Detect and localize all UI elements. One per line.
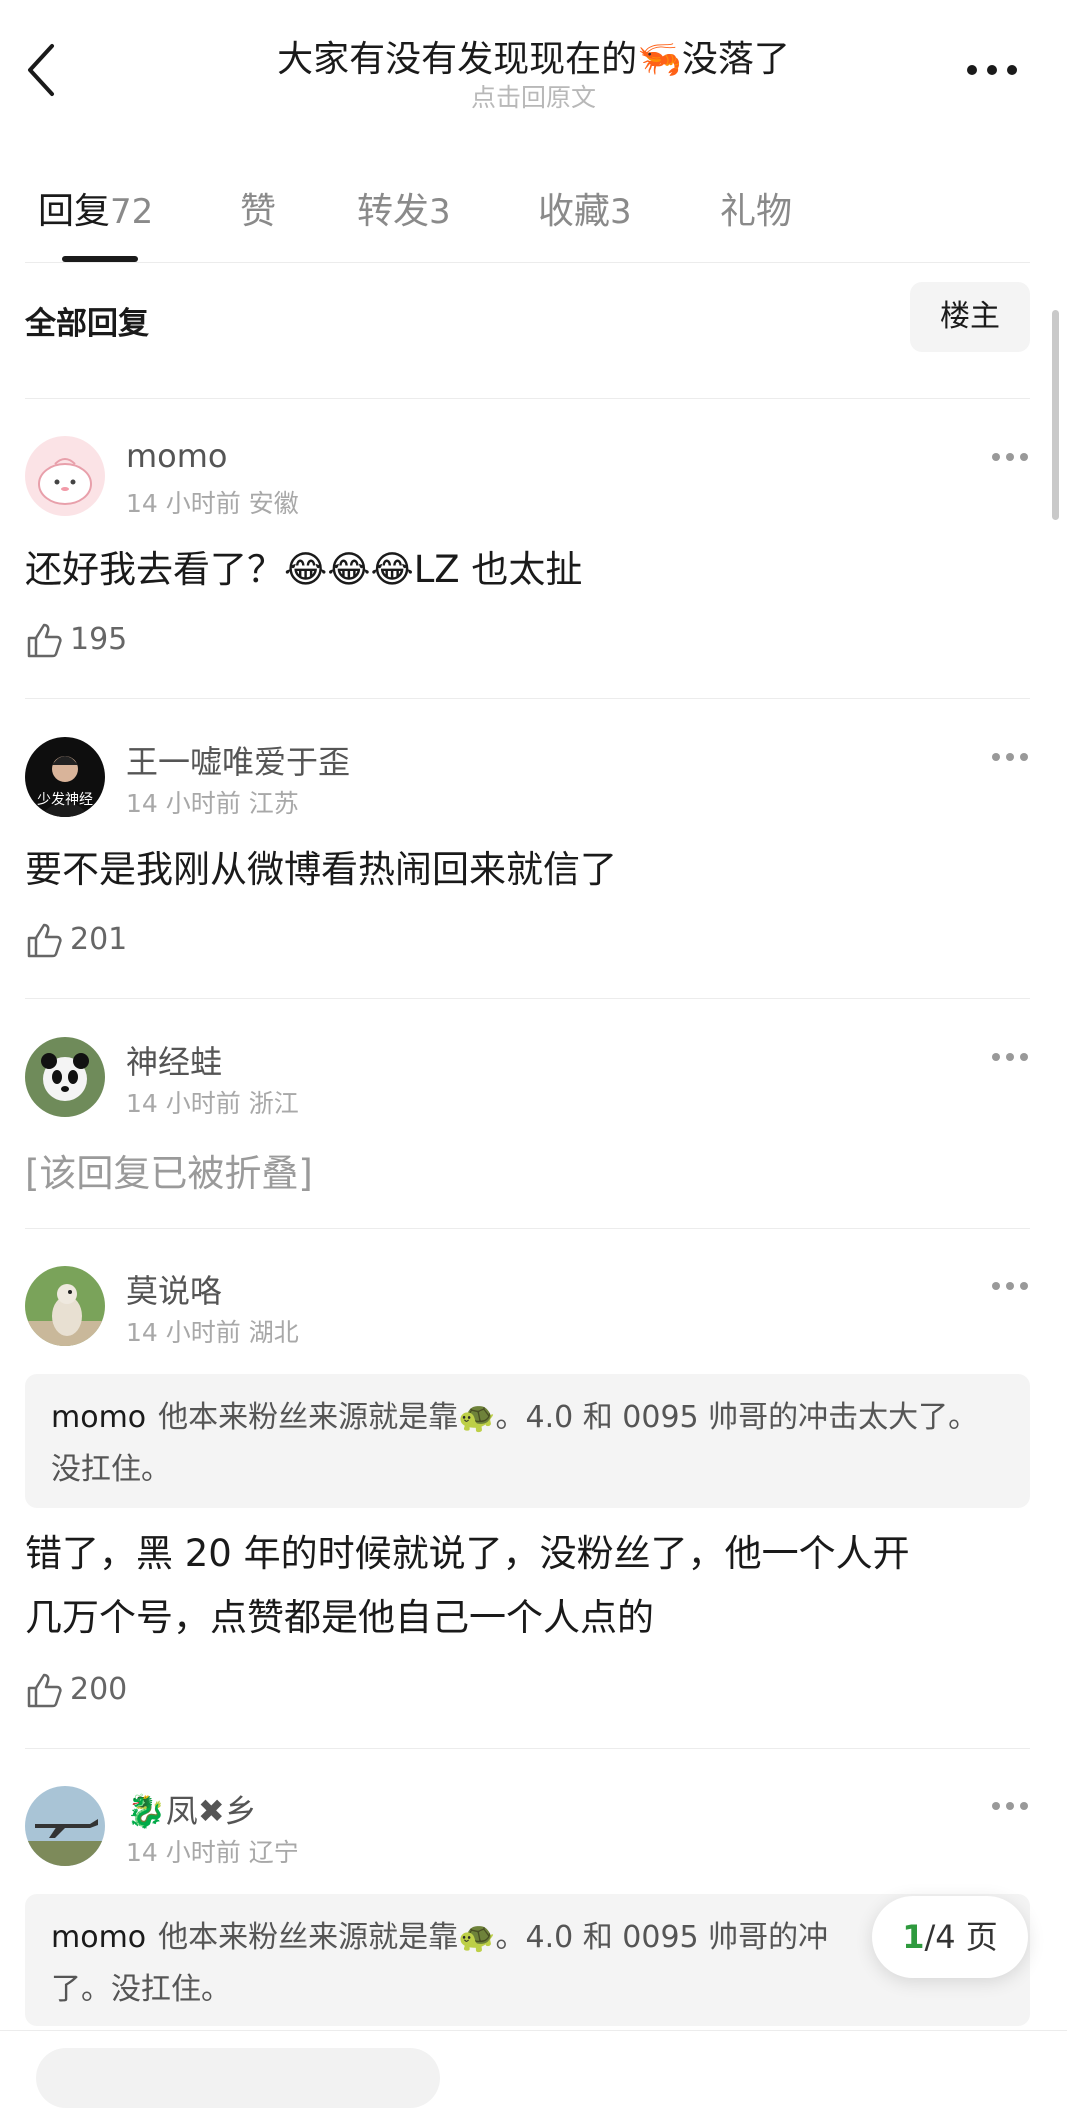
avatar[interactable] <box>25 1266 105 1346</box>
comment-meta: 14 小时前 湖北 <box>126 1313 299 1349</box>
comment-more-icon[interactable] <box>990 1051 1030 1063</box>
post-title[interactable]: 大家有没有发现现在的🦐没落了 <box>180 30 887 82</box>
location: 浙江 <box>248 1089 299 1118</box>
thumbs-up-icon[interactable] <box>25 1670 65 1710</box>
comment-text-line-1: 错了，黑 20 年的时候就说了，没粉丝了，他一个人开 <box>25 1532 910 1575</box>
airplane-avatar-icon <box>25 1819 105 1866</box>
quoted-text: 他本来粉丝来源就是靠🐢。4.0 和 0095 帅哥的冲 <box>158 1920 829 1955</box>
avatar[interactable] <box>25 1786 105 1866</box>
tab-gifts[interactable]: 礼物 <box>720 182 792 234</box>
thumbs-up-icon[interactable] <box>25 920 65 960</box>
cartoon-avatar-icon <box>38 458 92 505</box>
timestamp: 14 小时前 <box>126 1318 241 1347</box>
username[interactable]: 莫说咯 <box>126 1266 222 1312</box>
location: 辽宁 <box>248 1838 299 1867</box>
timestamp: 14 小时前 <box>126 789 241 818</box>
comment-meta: 14 小时前 辽宁 <box>126 1833 299 1869</box>
username[interactable]: 🐉凤✖乡 <box>126 1786 257 1832</box>
tab-count: 3 <box>429 192 451 232</box>
comment-text-line-2: 几万个号，点赞都是他自己一个人点的 <box>25 1596 654 1639</box>
username[interactable]: 神经蛙 <box>126 1037 222 1083</box>
tab-label: 赞 <box>240 191 277 232</box>
tab-label: 礼物 <box>720 191 793 232</box>
thumbs-up-icon[interactable] <box>25 620 65 660</box>
avatar[interactable] <box>25 1037 105 1117</box>
quoted-username: momo <box>51 1400 147 1435</box>
tab-count: 3 <box>610 192 632 232</box>
divider <box>25 262 1030 263</box>
tab-label: 收藏 <box>538 191 611 232</box>
op-only-button[interactable]: 楼主 <box>910 282 1030 352</box>
quoted-text-line-2: 了。没扛住。 <box>51 1972 231 2007</box>
tab-reposts[interactable]: 转发3 <box>357 182 451 234</box>
animal-avatar-icon <box>25 1284 105 1346</box>
avatar-caption: 少发神经 <box>37 792 93 808</box>
reply-input[interactable] <box>36 2048 440 2108</box>
timestamp: 14 小时前 <box>126 489 241 518</box>
current-page: 1 <box>902 1918 925 1956</box>
page-indicator[interactable]: 1/4 页 <box>872 1896 1028 1978</box>
comment-more-icon[interactable] <box>990 1280 1030 1292</box>
tab-favorites[interactable]: 收藏3 <box>538 182 632 234</box>
comment-text: 还好我去看了？😂😂😂LZ 也太扯 <box>25 548 583 591</box>
avatar[interactable] <box>25 436 105 516</box>
all-replies-label: 全部回复 <box>25 306 149 342</box>
comment-meta: 14 小时前 浙江 <box>126 1084 299 1120</box>
username[interactable]: 王一嘘唯爱于歪 <box>126 737 350 783</box>
tab-replies[interactable]: 回复72 <box>38 182 153 234</box>
divider <box>25 1228 1030 1229</box>
divider <box>25 1748 1030 1749</box>
quoted-reply-body: momo 他本来粉丝来源就是靠🐢。4.0 和 0095 帅哥的冲击太大了。没扛住。 <box>25 1374 1030 1514</box>
scrollbar[interactable] <box>1052 310 1059 520</box>
comment-meta: 14 小时前 江苏 <box>126 784 299 820</box>
panda-avatar-icon <box>41 1053 89 1101</box>
avatar[interactable]: 少发神经 <box>25 737 105 817</box>
username[interactable]: momo <box>126 437 228 475</box>
back-to-original-link[interactable]: 点击回原文 <box>180 78 887 114</box>
tab-label: 转发 <box>357 191 430 232</box>
divider <box>25 398 1030 399</box>
like-count: 201 <box>70 922 128 957</box>
location: 湖北 <box>248 1318 299 1347</box>
like-count: 195 <box>70 622 128 657</box>
comment-meta: 14 小时前 安徽 <box>126 484 299 520</box>
back-icon[interactable] <box>22 40 62 100</box>
comment-more-icon[interactable] <box>990 751 1030 763</box>
location: 江苏 <box>248 789 299 818</box>
folded-reply-notice[interactable]: [该回复已被折叠] <box>25 1143 313 1197</box>
total-pages: /4 页 <box>924 1918 998 1956</box>
tab-likes[interactable]: 赞 <box>240 182 276 234</box>
quoted-text: 他本来粉丝来源就是靠🐢。4.0 和 0095 帅哥的冲击太大了。没扛住。 <box>51 1400 979 1487</box>
timestamp: 14 小时前 <box>126 1089 241 1118</box>
like-count: 200 <box>70 1672 128 1707</box>
quoted-username: momo <box>51 1920 147 1955</box>
quoted-reply[interactable]: momo 他本来粉丝来源就是靠🐢。4.0 和 0095 帅哥的冲击太大了。没扛住。 <box>25 1374 1030 1508</box>
more-options-icon[interactable] <box>962 52 1022 88</box>
tab-count: 72 <box>110 192 154 232</box>
comment-text: 要不是我刚从微博看热闹回来就信了 <box>25 848 617 891</box>
location: 安徽 <box>248 489 299 518</box>
timestamp: 14 小时前 <box>126 1838 241 1867</box>
comment-more-icon[interactable] <box>990 1800 1030 1812</box>
tab-label: 回复 <box>38 191 111 232</box>
divider <box>25 698 1030 699</box>
tab-bar: 回复72 赞 转发3 收藏3 礼物 <box>0 182 1067 252</box>
divider <box>25 998 1030 999</box>
comment-more-icon[interactable] <box>990 451 1030 463</box>
